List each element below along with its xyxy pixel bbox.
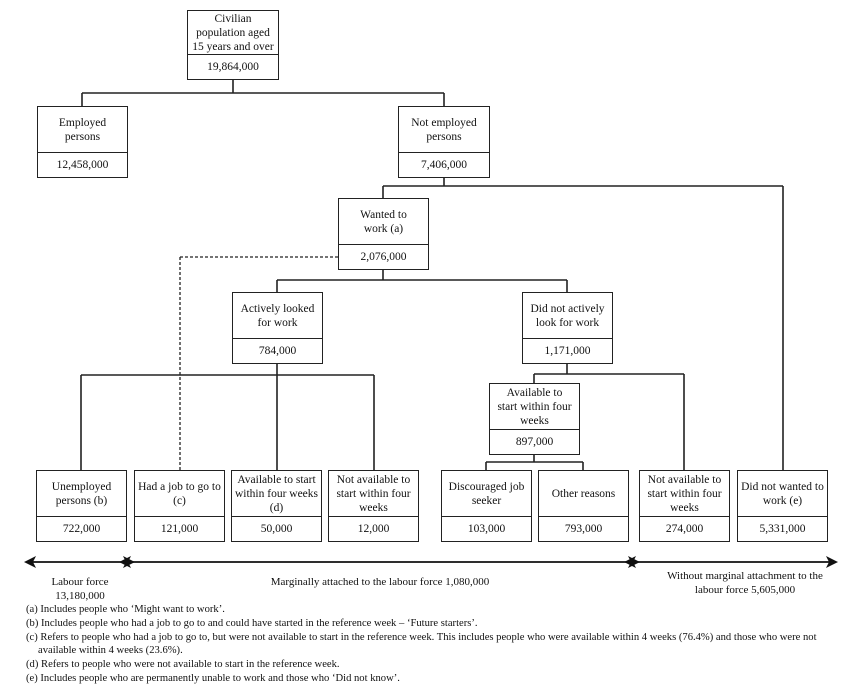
range-label: Labour force: [51, 576, 109, 588]
node-label: Actively looked for work: [233, 293, 322, 339]
node-wanted-to-work: Wanted to work (a) 2,076,000: [338, 198, 429, 270]
node-value: 897,000: [515, 436, 554, 448]
node-value: 50,000: [260, 523, 293, 535]
node-value: 5,331,000: [759, 523, 806, 535]
node-value: 793,000: [564, 523, 603, 535]
node-label: Not employed persons: [399, 107, 489, 153]
node-value: 103,000: [467, 523, 506, 535]
node-other-reasons: Other reasons 793,000: [538, 470, 629, 542]
node-value: 784,000: [258, 345, 297, 357]
arrow-left-icon: [627, 555, 641, 569]
arrow-right-icon: [825, 555, 839, 569]
marginal-label: Marginally attached to the labour force …: [200, 575, 560, 589]
node-available-d: Available to start within four weeks (d)…: [231, 470, 322, 542]
node-label: Employed persons: [38, 107, 127, 153]
node-discouraged: Discouraged job seeker 103,000: [441, 470, 532, 542]
node-value: 12,000: [357, 523, 390, 535]
footnote-b: (b) Includes people who had a job to go …: [26, 617, 478, 629]
node-label: Available to start within four weeks: [490, 384, 579, 430]
node-label: Wanted to work (a): [339, 199, 428, 245]
node-value: 19,864,000: [207, 61, 259, 73]
without-label: Without marginal attachment to the labou…: [655, 569, 835, 597]
node-label: Civilian population aged 15 years and ov…: [188, 11, 278, 55]
node-label: Did not actively look for work: [523, 293, 612, 339]
footnote-a: (a) Includes people who ‘Might want to w…: [26, 604, 225, 615]
node-not-employed: Not employed persons 7,406,000: [398, 106, 490, 178]
node-label: Unemployed persons (b): [37, 471, 126, 517]
node-unemployed: Unemployed persons (b) 722,000: [36, 470, 127, 542]
node-value: 121,000: [160, 523, 199, 535]
footnote-c: (c) Refers to people who had a job to go…: [26, 631, 817, 657]
node-actively-looked: Actively looked for work 784,000: [232, 292, 323, 364]
footnotes: (a) Includes people who ‘Might want to w…: [26, 603, 846, 686]
node-civilian-population: Civilian population aged 15 years and ov…: [187, 10, 279, 80]
node-value: 12,458,000: [56, 159, 109, 171]
node-value: 722,000: [62, 523, 101, 535]
node-available-four-weeks: Available to start within four weeks 897…: [489, 383, 580, 455]
node-value: 1,171,000: [544, 345, 591, 357]
node-did-not-want: Did not wanted to work (e) 5,331,000: [737, 470, 828, 542]
node-not-available-a: Not available to start within four weeks…: [328, 470, 419, 542]
footnote-d: (d) Refers to people who were not availa…: [26, 659, 340, 671]
range-label: Marginally attached to the labour force …: [270, 576, 490, 588]
node-label: Discouraged job seeker: [442, 471, 531, 517]
node-label: Other reasons: [539, 471, 628, 517]
labour-force-label: Labour force 13,180,000: [30, 575, 130, 603]
range-label: Without marginal attachment to the labou…: [667, 570, 823, 596]
node-label: Not available to start within four weeks: [640, 471, 729, 517]
node-had-job: Had a job to go to (c) 121,000: [134, 470, 225, 542]
node-value: 7,406,000: [421, 159, 467, 171]
node-label: Had a job to go to (c): [135, 471, 224, 517]
node-did-not-actively-look: Did not actively look for work 1,171,000: [522, 292, 613, 364]
node-value: 2,076,000: [360, 251, 407, 263]
node-employed: Employed persons 12,458,000: [37, 106, 128, 178]
range-value: 13,180,000: [55, 590, 105, 602]
node-value: 274,000: [665, 523, 704, 535]
node-label: Not available to start within four weeks: [329, 471, 418, 517]
node-label: Available to start within four weeks (d): [232, 471, 321, 517]
node-not-available-b: Not available to start within four weeks…: [639, 470, 730, 542]
footnote-e: (e) Includes people who are permanently …: [26, 672, 400, 684]
arrow-left-icon: [122, 555, 136, 569]
arrow-left-icon: [23, 555, 37, 569]
node-label: Did not wanted to work (e): [738, 471, 827, 517]
